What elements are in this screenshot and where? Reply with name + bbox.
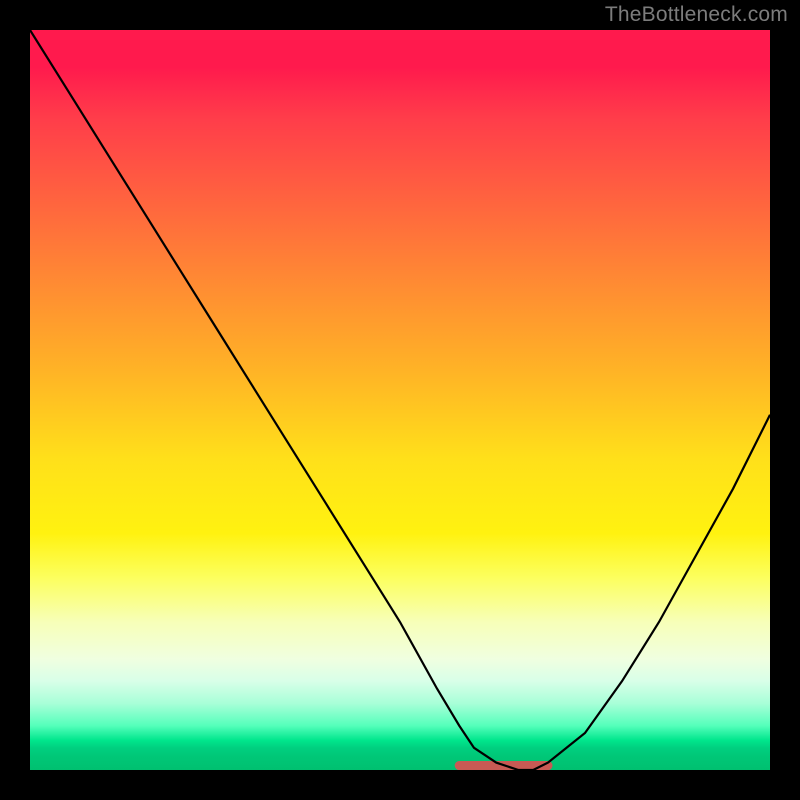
chart-svg bbox=[30, 30, 770, 770]
chart-frame: TheBottleneck.com bbox=[0, 0, 800, 800]
plot-area bbox=[30, 30, 770, 770]
bottleneck-curve bbox=[30, 30, 770, 770]
watermark-text: TheBottleneck.com bbox=[605, 3, 788, 27]
